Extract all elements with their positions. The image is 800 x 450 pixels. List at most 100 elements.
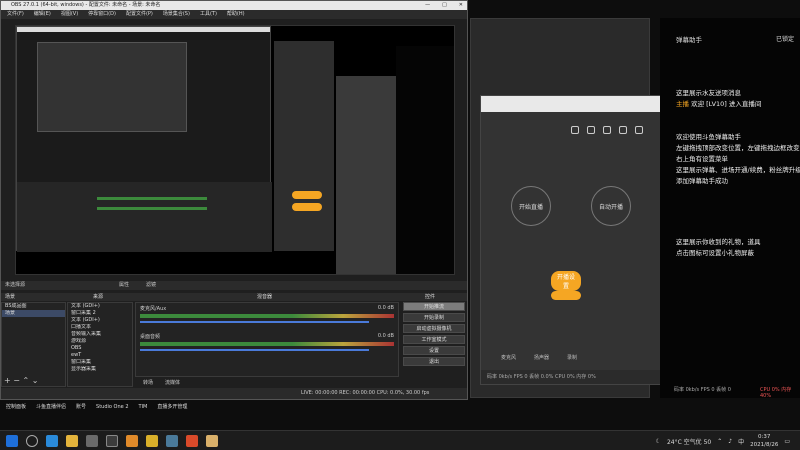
weather-text[interactable]: 24°C 空气优 50	[667, 437, 711, 446]
source-toolbar: 未选择源 属性 滤镜	[1, 281, 467, 290]
scene-item[interactable]: BS成品图	[2, 303, 65, 310]
danmu-line: 主播 欢迎 [LV10] 进入直播间	[660, 99, 800, 110]
nested-meter	[97, 197, 207, 200]
obs-title-text: OBS 27.0.1 (64-bit, windows) - 配置文件: 未命名…	[11, 2, 161, 8]
app-icon[interactable]	[206, 435, 218, 447]
menu-edit[interactable]: 编辑(E)	[34, 10, 51, 19]
mixer-panel: 麦克风/Aux 0.0 dB 桌面音频 0.0 dB	[135, 302, 399, 377]
obs-preview[interactable]	[15, 25, 455, 275]
start-live-button[interactable]: 开始直播	[511, 186, 551, 226]
menu-scene-collection[interactable]: 场景集合(S)	[163, 10, 190, 19]
shortcut-multi-live[interactable]: 直播多开管理	[157, 400, 187, 415]
properties-button[interactable]: 属性	[119, 281, 129, 290]
ime-indicator[interactable]: 中	[738, 437, 744, 446]
auto-live-button[interactable]: 自动开播	[591, 186, 631, 226]
nested-orange	[292, 203, 322, 211]
app-icon[interactable]	[166, 435, 178, 447]
filters-button[interactable]: 滤镜	[146, 281, 156, 290]
shortcut-control-panel[interactable]: 控制面板	[6, 400, 26, 415]
lock-toggle[interactable]: 已锁定	[776, 34, 794, 43]
source-item[interactable]: 游戏源	[68, 338, 132, 345]
close-icon[interactable]: ✕	[459, 1, 463, 10]
menu-profile[interactable]: 配置文件(P)	[126, 10, 153, 19]
remove-scene-icon[interactable]: −	[13, 376, 20, 385]
menu-file[interactable]: 文件(F)	[7, 10, 24, 19]
clock-time: 0:37	[758, 434, 771, 440]
shortcut-douyu[interactable]: 斗鱼直播伴侣	[36, 400, 66, 415]
add-scene-icon[interactable]: +	[4, 376, 11, 385]
app-icon[interactable]	[186, 435, 198, 447]
danmu-line: 这里展示水友送项消息	[676, 89, 741, 97]
clock[interactable]: 0:37 2021/8/26	[750, 433, 778, 449]
virtual-camera-button[interactable]: 启动虚拟摄像机	[403, 324, 465, 333]
lock-icon[interactable]	[587, 126, 595, 134]
menu-view[interactable]: 视图(V)	[61, 10, 78, 19]
danmu-message-list: 这里展示水友送项消息 主播 欢迎 [LV10] 进入直播间 欢迎使用斗鱼弹幕助手…	[660, 88, 800, 259]
edge-icon[interactable]	[46, 435, 58, 447]
menu-dock[interactable]: 停靠窗口(D)	[88, 10, 116, 19]
start-streaming-button[interactable]: 开始推流	[403, 302, 465, 311]
network-icon[interactable]: ⌃	[717, 438, 722, 445]
source-item[interactable]: OBS	[68, 345, 132, 352]
move-up-icon[interactable]: ⌃	[23, 376, 30, 385]
scenes-panel: BS成品图 场景 + − ⌃ ⌄	[1, 302, 66, 387]
volume-slider[interactable]	[140, 321, 369, 323]
volume-meter	[140, 342, 394, 346]
app-icon[interactable]	[146, 435, 158, 447]
mixer-header: 混音器	[257, 294, 273, 300]
live-companion-window[interactable]: 开始直播 自动开播 开播设置 麦克风 扬声器 录制 码率 0kb/s FPS 0…	[480, 95, 663, 385]
folder-icon[interactable]	[66, 435, 78, 447]
shortcut-studio-one[interactable]: Studio One 2	[96, 400, 128, 415]
start-recording-button[interactable]: 开始录制	[403, 313, 465, 322]
app-icon[interactable]	[86, 435, 98, 447]
mic-label[interactable]: 麦克风	[501, 354, 516, 361]
speaker-icon[interactable]: ♪	[728, 438, 732, 445]
scene-item[interactable]: 场景	[2, 310, 65, 317]
shortcut-account[interactable]: 账号	[76, 400, 86, 415]
menu-tools[interactable]: 工具(T)	[200, 10, 217, 19]
tab-transitions[interactable]: 转场	[143, 379, 153, 386]
source-item[interactable]: 音频输入采集	[68, 331, 132, 338]
douyu-taskbar-icon[interactable]	[126, 435, 138, 447]
share-icon[interactable]	[635, 126, 643, 134]
settings-orange-button-2[interactable]	[551, 291, 581, 300]
source-item[interactable]: ewT	[68, 352, 132, 359]
studio-mode-button[interactable]: 工作室模式	[403, 335, 465, 344]
taskbar: ☾ 24°C 空气优 50 ⌃ ♪ 中 0:37 2021/8/26 ▭	[0, 430, 800, 450]
source-item[interactable]: 窗口采集	[68, 359, 132, 366]
settings-button[interactable]: 设置	[403, 346, 465, 355]
obs-titlebar[interactable]: OBS 27.0.1 (64-bit, windows) - 配置文件: 未命名…	[1, 1, 467, 10]
obs-taskbar-icon[interactable]	[106, 435, 118, 447]
start-live-label: 开始直播	[518, 203, 543, 211]
mail-icon[interactable]	[603, 126, 611, 134]
obs-window[interactable]: OBS 27.0.1 (64-bit, windows) - 配置文件: 未命名…	[0, 0, 468, 400]
search-icon[interactable]	[26, 435, 38, 447]
maximize-icon[interactable]: □	[442, 1, 447, 10]
menu-help[interactable]: 帮助(H)	[227, 10, 245, 19]
move-down-icon[interactable]: ⌄	[32, 376, 39, 385]
tab-stream[interactable]: 流媒体	[165, 379, 180, 386]
danmu-line: 点击图标可设置小礼物屏蔽	[676, 249, 754, 257]
source-item[interactable]: 文本 (GDI+)	[68, 303, 132, 310]
source-item[interactable]: 窗口采集 2	[68, 310, 132, 317]
start-icon[interactable]	[6, 435, 18, 447]
record-label[interactable]: 录制	[567, 354, 577, 361]
minimize-icon[interactable]: —	[425, 1, 430, 10]
notification-icon[interactable]: ▭	[784, 438, 790, 445]
source-item[interactable]: 显示器采集	[68, 366, 132, 373]
mixer-channel-name: 桌面音频	[140, 334, 161, 340]
desktop-shortcuts: 控制面板 斗鱼直播伴侣 账号 Studio One 2 TIM 直播多开管理	[0, 400, 470, 415]
settings-orange-button-1[interactable]: 开播设置	[551, 271, 581, 291]
source-item[interactable]: 口播文本	[68, 324, 132, 331]
source-item[interactable]: 文本 (GDI+)	[68, 317, 132, 324]
toolbar-icons	[571, 126, 651, 140]
mixer-channel-db: 0.0 dB	[377, 333, 394, 339]
volume-slider[interactable]	[140, 349, 369, 351]
shortcut-tim[interactable]: TIM	[139, 400, 148, 415]
danmu-assistant-panel[interactable]: 弹幕助手 已锁定 这里展示水友送项消息 主播 欢迎 [LV10] 进入直播间 欢…	[660, 18, 800, 399]
bell-icon[interactable]	[619, 126, 627, 134]
exit-button[interactable]: 退出	[403, 357, 465, 366]
danmu-line: 这里展示弹幕、进场开通/续费，粉丝牌升级等	[676, 166, 800, 174]
speaker-label[interactable]: 扬声器	[534, 354, 549, 361]
gift-icon[interactable]	[571, 126, 579, 134]
